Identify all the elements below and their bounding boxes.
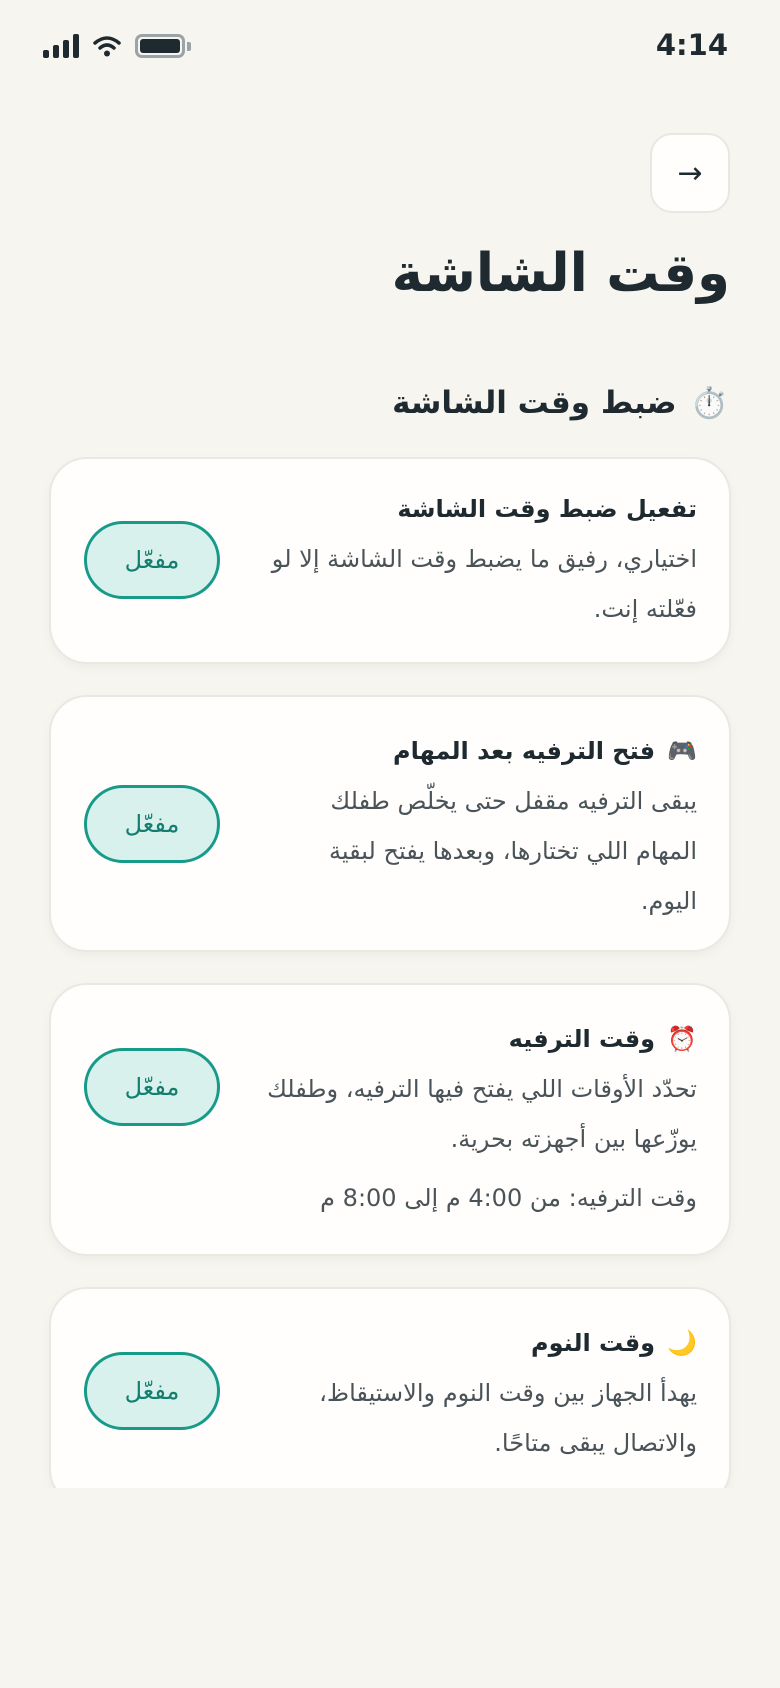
unlock-toggle-button[interactable]: مفعّل [84,785,220,863]
battery-icon [135,34,191,58]
wifi-icon [93,36,121,57]
crescent-moon-icon: 🌙 [667,1329,697,1357]
signal-icon [43,34,79,58]
card-description: يبقى الترفيه مقفل حتى يخلّص طفلك المهام … [329,787,697,915]
back-button[interactable]: → [650,133,730,213]
status-bar: 4:14 [0,0,780,100]
card-title-text: تفعيل ضبط وقت الشاشة [397,495,697,523]
card-description: يهدأ الجهاز بين وقت النوم والاستيقاظ، وا… [319,1379,697,1457]
card-title-text: وقت الترفيه [508,1025,656,1053]
game-controller-icon: 🎮 [667,737,697,765]
section-header: ⏱️ ضبط وقت الشاشة [392,385,728,421]
stopwatch-icon: ⏱️ [690,385,728,421]
card-title: تفعيل ضبط وقت الشاشة [267,491,697,527]
card-description: تحدّد الأوقات اللي يفتح فيها الترفيه، وط… [267,1075,697,1153]
card-title: 🎮 فتح الترفيه بعد المهام [267,733,697,769]
card-title-text: فتح الترفيه بعد المهام [393,737,656,765]
card-title-text: وقت النوم [531,1329,656,1357]
card-title: ⏰ وقت الترفيه [267,1021,697,1057]
card-enable-screen-time: تفعيل ضبط وقت الشاشة اختياري، رفيق ما يض… [49,457,731,664]
entertainment-toggle-button[interactable]: مفعّل [84,1048,220,1126]
card-description: اختياري، رفيق ما يضبط وقت الشاشة إلا لو … [271,545,697,623]
card-entertainment-time: ⏰ وقت الترفيه تحدّد الأوقات اللي يفتح في… [49,983,731,1256]
enable-toggle-button[interactable]: مفعّل [84,521,220,599]
page-title: وقت الشاشة [391,243,730,304]
alarm-clock-icon: ⏰ [667,1025,697,1053]
bedtime-toggle-button[interactable]: مفعّل [84,1352,220,1430]
status-icons [43,34,191,58]
scroll-clip [0,1488,780,1688]
card-title: 🌙 وقت النوم [267,1325,697,1361]
status-time: 4:14 [655,28,728,62]
card-bedtime: 🌙 وقت النوم يهدأ الجهاز بين وقت النوم وا… [49,1287,731,1507]
card-unlock-after-tasks: 🎮 فتح الترفيه بعد المهام يبقى الترفيه مق… [49,695,731,952]
entertainment-time-range: وقت الترفيه: من 4:00 م إلى 8:00 م [320,1184,697,1212]
section-title: ضبط وقت الشاشة [392,385,677,421]
